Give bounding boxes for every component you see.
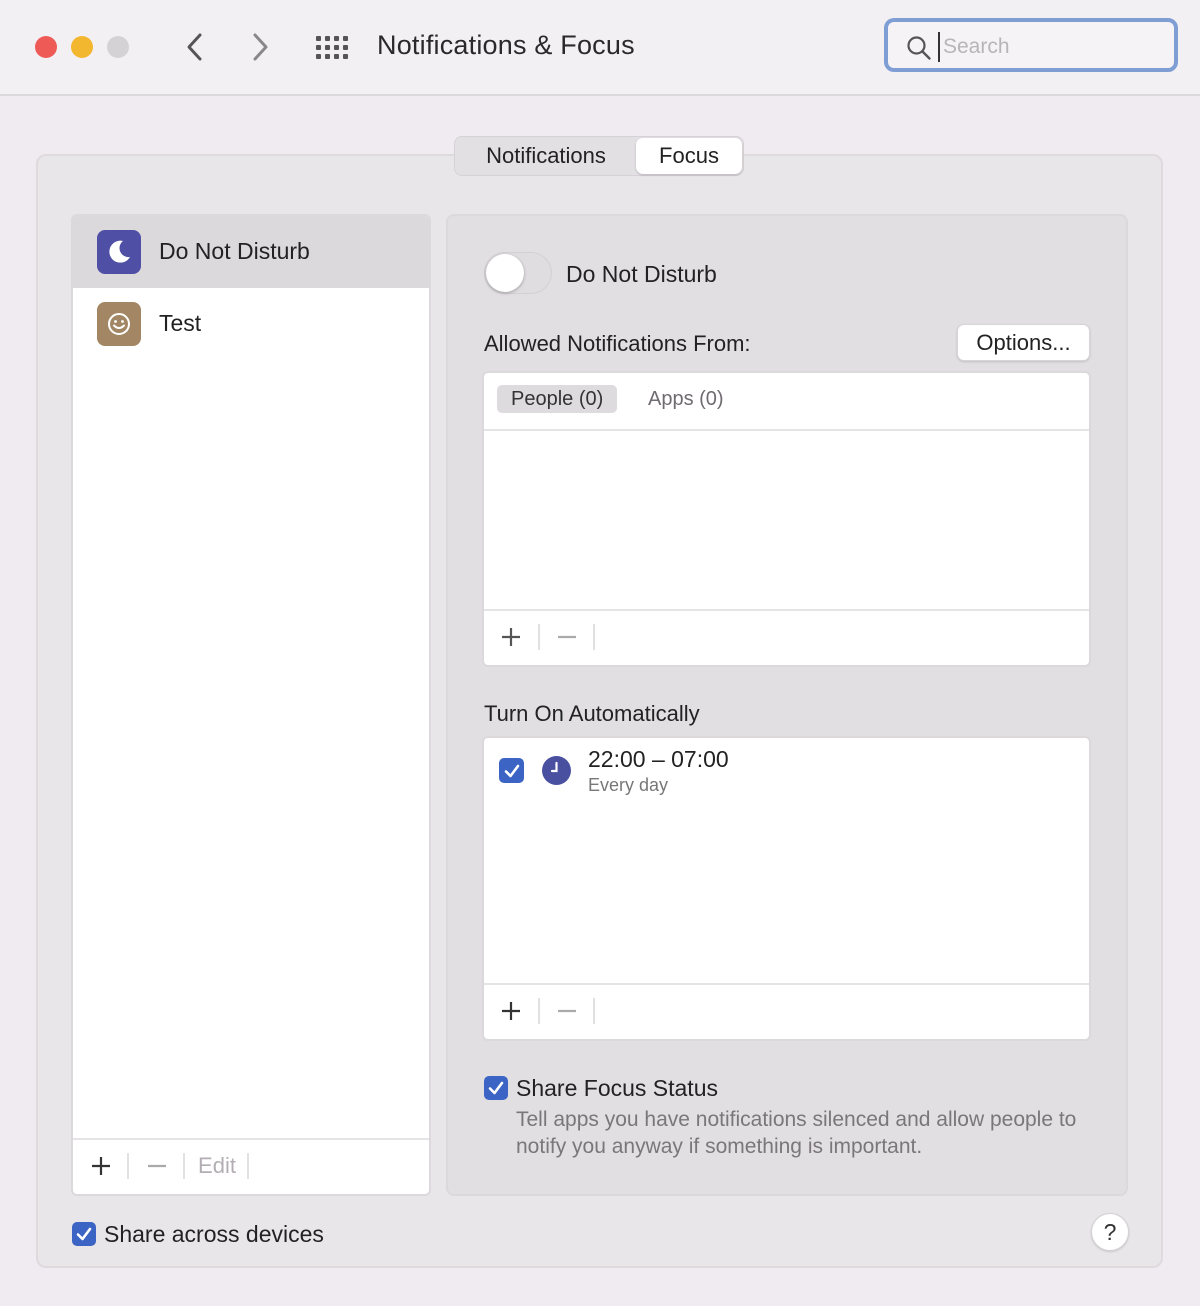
minus-icon — [558, 1009, 576, 1013]
divider — [127, 1153, 129, 1179]
back-button[interactable] — [174, 28, 214, 66]
focus-list: Do Not Disturb Test Edit — [71, 214, 431, 1196]
options-button[interactable]: Options... — [957, 324, 1090, 361]
focus-item-test[interactable]: Test — [73, 288, 429, 360]
title-bar: Notifications & Focus — [0, 0, 1200, 96]
help-button[interactable]: ? — [1091, 1213, 1129, 1251]
share-focus-status-checkbox[interactable] — [484, 1076, 508, 1100]
list-toolbar: Edit — [73, 1138, 429, 1194]
close-window-button[interactable] — [35, 36, 57, 58]
tab-notifications[interactable]: Notifications — [457, 138, 635, 174]
divider — [593, 998, 595, 1024]
focus-item-label: Do Not Disturb — [159, 238, 310, 264]
edit-button[interactable]: Edit — [195, 1150, 239, 1182]
share-focus-status-description: Tell apps you have notifications silence… — [516, 1108, 1077, 1158]
divider — [538, 624, 540, 650]
divider — [538, 998, 540, 1024]
schedule-checkbox[interactable] — [499, 758, 524, 783]
smiley-icon — [97, 302, 141, 346]
tab-focus[interactable]: Focus — [636, 138, 742, 174]
do-not-disturb-toggle[interactable] — [484, 252, 552, 294]
share-across-devices-label: Share across devices — [104, 1221, 324, 1247]
allowed-tabs: People (0) Apps (0) — [484, 373, 1089, 431]
add-schedule-button[interactable] — [497, 995, 525, 1027]
allowed-toolbar — [484, 609, 1089, 665]
turn-on-heading: Turn On Automatically — [484, 701, 700, 726]
tab-people[interactable]: People (0) — [497, 385, 618, 413]
checkmark-icon — [504, 764, 519, 777]
divider — [593, 624, 595, 650]
moon-icon — [97, 230, 141, 274]
schedule-time: 22:00 – 07:00 — [588, 746, 729, 772]
focus-item-label: Test — [159, 310, 202, 336]
add-focus-button[interactable] — [87, 1150, 115, 1182]
focus-item-do-not-disturb[interactable]: Do Not Disturb — [73, 216, 429, 288]
remove-schedule-button[interactable] — [553, 995, 581, 1027]
divider — [247, 1153, 249, 1179]
schedule-list: 22:00 – 07:00 Every day — [482, 736, 1091, 1041]
plus-icon — [502, 1002, 520, 1020]
remove-allowed-button[interactable] — [553, 621, 581, 653]
checkmark-icon — [488, 1081, 504, 1095]
toggle-knob — [486, 254, 524, 292]
search-field[interactable] — [884, 18, 1178, 72]
plus-icon — [502, 628, 520, 646]
search-input[interactable] — [938, 32, 1165, 62]
search-icon — [907, 36, 931, 60]
allowed-list: People (0) Apps (0) — [482, 371, 1091, 667]
chevron-right-icon — [253, 33, 268, 61]
forward-button[interactable] — [241, 28, 281, 66]
segmented-control: Notifications Focus — [454, 136, 744, 176]
add-allowed-button[interactable] — [497, 621, 525, 653]
window-title: Notifications & Focus — [377, 30, 635, 60]
clock-icon — [542, 756, 571, 785]
chevron-left-icon — [187, 33, 202, 61]
share-across-devices-checkbox[interactable] — [72, 1222, 96, 1246]
minus-icon — [148, 1164, 166, 1168]
share-focus-status-label: Share Focus Status — [516, 1075, 718, 1101]
remove-focus-button[interactable] — [143, 1150, 171, 1182]
allowed-heading: Allowed Notifications From: — [484, 331, 751, 356]
zoom-window-button[interactable] — [107, 36, 129, 58]
checkmark-icon — [76, 1227, 92, 1241]
toggle-label: Do Not Disturb — [566, 261, 717, 287]
tab-apps[interactable]: Apps (0) — [648, 385, 724, 413]
minimize-window-button[interactable] — [71, 36, 93, 58]
schedule-toolbar — [484, 983, 1089, 1039]
divider — [183, 1153, 185, 1179]
plus-icon — [92, 1157, 110, 1175]
minus-icon — [558, 635, 576, 639]
schedule-days: Every day — [588, 775, 669, 795]
show-all-grid-icon[interactable] — [312, 30, 352, 64]
